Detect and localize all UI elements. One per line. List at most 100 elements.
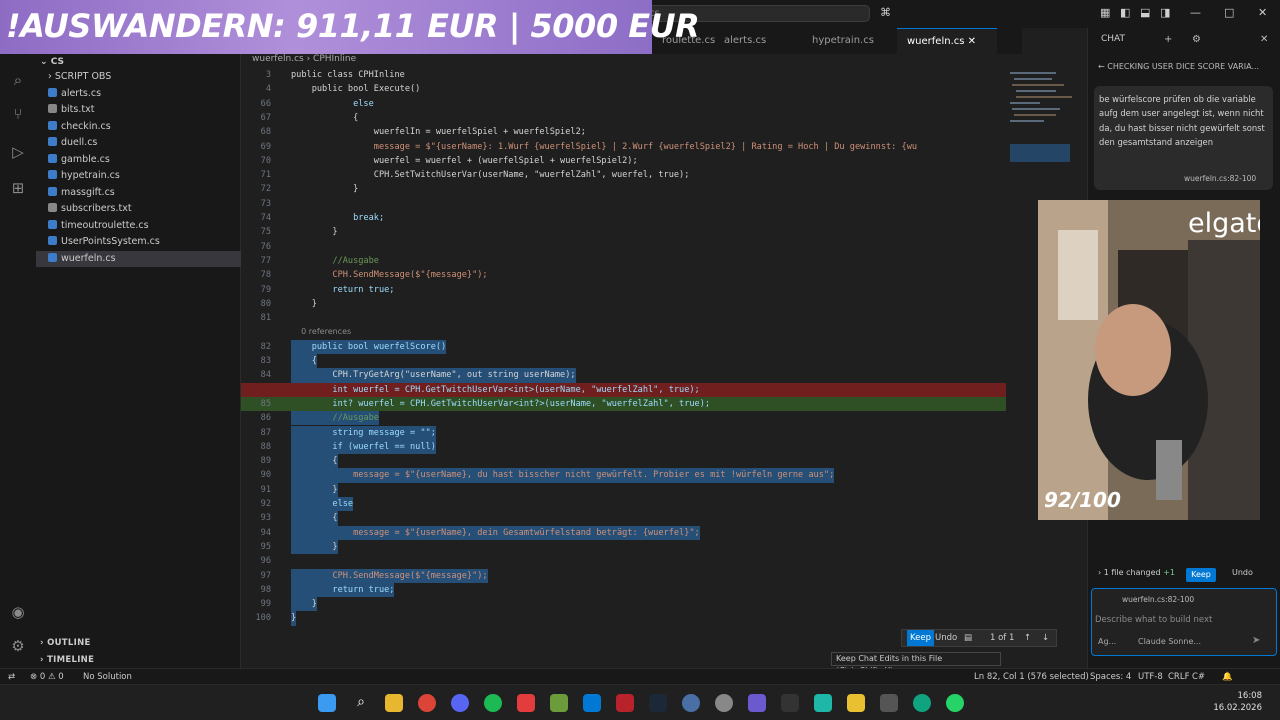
toggle-panel-icon[interactable]: ⬓ [1140,6,1150,19]
code-line[interactable]: 81 [241,311,1006,325]
keep-button[interactable]: Keep [1186,568,1216,582]
close-window-icon[interactable]: ✕ [1258,6,1267,19]
app-icon[interactable] [814,694,832,712]
model-picker[interactable]: Claude Sonne... [1138,637,1201,646]
app-icon[interactable] [616,694,634,712]
toggle-aux-icon[interactable]: ◨ [1160,6,1170,19]
file-item-selected[interactable]: wuerfeln.cs [36,251,241,267]
mode-picker[interactable]: Ag... [1098,637,1116,646]
end-of-line[interactable]: CRLF [1168,669,1189,685]
code-line[interactable]: 66 else [241,97,1006,111]
settings-icon[interactable]: ⚙ [1192,34,1201,45]
code-line[interactable]: 75 } [241,225,1006,239]
code-line[interactable]: 68 wuerfelIn = wuerfelSpiel + wuerfelSpi… [241,125,1006,139]
spotify-icon[interactable] [484,694,502,712]
layout-icon[interactable]: ▦ [1100,6,1110,19]
file-explorer-icon[interactable] [385,694,403,712]
app-icon[interactable] [682,694,700,712]
code-line[interactable]: 72 } [241,182,1006,196]
timeline-section[interactable]: › TIMELINE [36,652,241,668]
code-line[interactable]: 67 { [241,111,1006,125]
file-item[interactable]: checkin.cs [36,119,241,135]
chatgpt-icon[interactable] [913,694,931,712]
code-line[interactable]: 86 //Ausgabe [241,411,1006,426]
code-line[interactable]: 80 } [241,297,1006,311]
code-line[interactable]: 84 CPH.TryGetArg("userName", out string … [241,368,1006,383]
code-line[interactable]: 79 return true; [241,283,1006,297]
settings-icon[interactable] [715,694,733,712]
code-line[interactable]: 96 [241,554,1006,568]
tab-alerts[interactable]: alerts.cs [714,28,794,54]
whatsapp-icon[interactable] [946,694,964,712]
sticky-scroll-line[interactable]: 4 public bool Execute() [241,82,1006,96]
code-line[interactable]: 93 { [241,511,1006,526]
diff-line-add[interactable]: 85 int? wuerfel = CPH.GetTwitchUserVar<i… [241,396,1006,412]
file-item[interactable]: bits.txt [36,102,241,118]
account-icon[interactable]: ◉ [8,602,28,622]
tab-hypetrain[interactable]: hypetrain.cs [802,28,892,54]
gear-icon[interactable]: ⚙ [8,636,28,656]
code-line[interactable]: 89 { [241,454,1006,469]
close-icon[interactable]: ✕ [968,36,976,47]
system-clock[interactable]: 16:08 16.02.2026 [1213,690,1262,714]
steam-icon[interactable] [649,694,667,712]
file-item[interactable]: subscribers.txt [36,201,241,217]
app-icon[interactable] [517,694,535,712]
chrome-icon[interactable] [418,694,436,712]
code-line[interactable]: 74 break; [241,211,1006,225]
code-line[interactable]: 69 message = $"{userName}: 1.Wurf {wuerf… [241,140,1006,154]
code-line[interactable]: 95 } [241,539,1006,555]
code-editor[interactable]: 3 public class CPHInline 4 public bool Exe… [241,68,1006,628]
message-reference[interactable]: wuerfeln.cs:82-100 [1184,174,1256,183]
file-item[interactable]: alerts.cs [36,86,241,102]
codelens-references[interactable]: 0 references [241,325,1006,339]
code-line[interactable]: 77 //Ausgabe [241,254,1006,268]
code-line[interactable]: 98 return true; [241,582,1006,598]
code-line[interactable]: 83 { [241,354,1006,369]
code-line[interactable]: 73 [241,197,1006,211]
code-line[interactable]: 78 CPH.SendMessage($"{message}"); [241,268,1006,282]
search-icon[interactable]: ⌕ [352,694,370,712]
code-line[interactable]: 71 CPH.SetTwitchUserVar(userName, "wuerf… [241,168,1006,182]
code-line[interactable]: 87 string message = ""; [241,425,1006,440]
outline-section[interactable]: › OUTLINE [36,635,241,651]
code-line[interactable]: 99 } [241,597,1006,612]
source-control-icon[interactable]: ⑂ [8,104,28,124]
files-changed-summary[interactable]: › 1 file changed +1 Undo [1098,568,1270,577]
chat-session-title[interactable]: ← CHECKING USER DICE SCORE VARIA... [1088,58,1280,76]
app-icon[interactable] [781,694,799,712]
file-item[interactable]: UserPointsSystem.cs [36,234,241,250]
code-line[interactable]: 97 CPH.SendMessage($"{message}"); [241,568,1006,583]
sticky-scroll-line[interactable]: 3 public class CPHInline [241,68,1006,82]
code-line[interactable]: 92 else [241,497,1006,512]
arrow-up-icon[interactable]: ↑ [1024,630,1031,646]
minimize-icon[interactable]: — [1190,6,1201,19]
extensions-icon[interactable]: ⊞ [8,178,28,198]
tab-wuerfeln[interactable]: wuerfeln.cs ✕ [897,28,997,54]
problems-indicator[interactable]: ⊗ 0 ⚠ 0 [30,669,64,685]
vscode-icon[interactable] [583,694,601,712]
search-icon[interactable]: ⌕ [8,70,28,90]
app-icon[interactable] [880,694,898,712]
diff-keep-button[interactable]: Keep [907,630,935,646]
code-line[interactable]: 82 public bool wuerfelScore() [241,339,1006,354]
solution-indicator[interactable]: No Solution [83,669,132,685]
copilot-icon[interactable]: ⌘ [880,6,891,19]
windows-start-icon[interactable] [318,694,336,712]
code-line[interactable]: 91 } [241,482,1006,497]
explorer-root[interactable]: ⌄ CS [36,54,241,70]
language-mode[interactable]: C# [1192,669,1205,685]
indentation[interactable]: Spaces: 4 [1090,669,1131,685]
discord-icon[interactable] [451,694,469,712]
app-icon[interactable] [847,694,865,712]
diff-undo-button[interactable]: Undo [935,630,957,646]
code-line[interactable]: 94 message = $"{userName}, dein Gesamtwü… [241,525,1006,540]
file-item[interactable]: massgift.cs [36,185,241,201]
maximize-icon[interactable]: □ [1224,6,1234,19]
input-reference[interactable]: wuerfeln.cs:82-100 [1122,595,1194,604]
file-item[interactable]: duell.cs [36,135,241,151]
chat-input-box[interactable]: wuerfeln.cs:82-100 Describe what to buil… [1091,588,1277,656]
folder-item[interactable]: › SCRIPT OBS [36,69,241,85]
remote-icon[interactable]: ⇄ [8,669,15,685]
toggle-sidebar-icon[interactable]: ◧ [1120,6,1130,19]
